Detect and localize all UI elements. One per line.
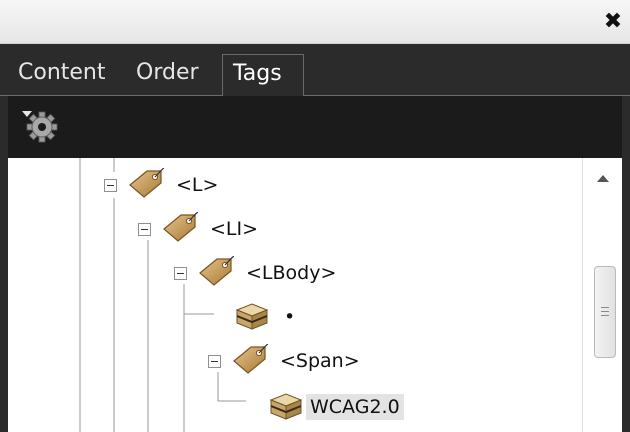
tab-content-label: Content <box>18 60 106 85</box>
thumb-grip-line <box>601 307 609 308</box>
title-bar: ✖ <box>0 0 630 44</box>
collapse-toggle[interactable] <box>208 355 221 368</box>
tag-icon <box>198 256 234 286</box>
tab-order-label: Order <box>136 60 199 85</box>
tab-bar: Content Order Tags <box>0 44 630 96</box>
tree-node-label: <L> <box>176 174 219 196</box>
tab-tags-label: Tags <box>233 61 282 86</box>
content-box-icon <box>234 302 270 330</box>
scrollbar-thumb[interactable] <box>594 266 616 358</box>
tree-node-label: • <box>284 306 296 328</box>
tags-toolbar <box>8 96 622 158</box>
tree-node-label: <LBody> <box>246 262 337 284</box>
tree-node-label: <LI> <box>210 218 259 240</box>
tab-tags[interactable]: Tags <box>222 54 304 96</box>
tab-order[interactable]: Order <box>126 54 209 96</box>
thumb-grip-line <box>601 315 609 316</box>
options-menu-button[interactable] <box>22 110 82 144</box>
close-icon: ✖ <box>603 8 623 34</box>
collapse-toggle[interactable] <box>174 267 187 280</box>
vertical-scrollbar[interactable] <box>582 158 622 432</box>
tag-icon <box>162 212 198 242</box>
thumb-grip-line <box>601 311 609 312</box>
tags-tree: <L> <LI> <LBody> • <Span> WCAG2.0 <box>8 158 622 432</box>
tab-content[interactable]: Content <box>8 54 116 96</box>
tag-icon <box>232 344 268 374</box>
tag-icon <box>128 168 164 198</box>
collapse-toggle[interactable] <box>138 223 151 236</box>
tree-node-label-selected: WCAG2.0 <box>306 394 404 420</box>
scroll-up-arrow-icon[interactable] <box>593 170 613 186</box>
tree-connector-lines <box>79 158 246 432</box>
tree-node-label: <Span> <box>280 350 360 372</box>
collapse-toggle[interactable] <box>104 179 117 192</box>
triangle-down-icon <box>22 111 32 117</box>
close-button[interactable]: ✖ <box>600 8 626 34</box>
content-box-icon <box>268 392 304 420</box>
